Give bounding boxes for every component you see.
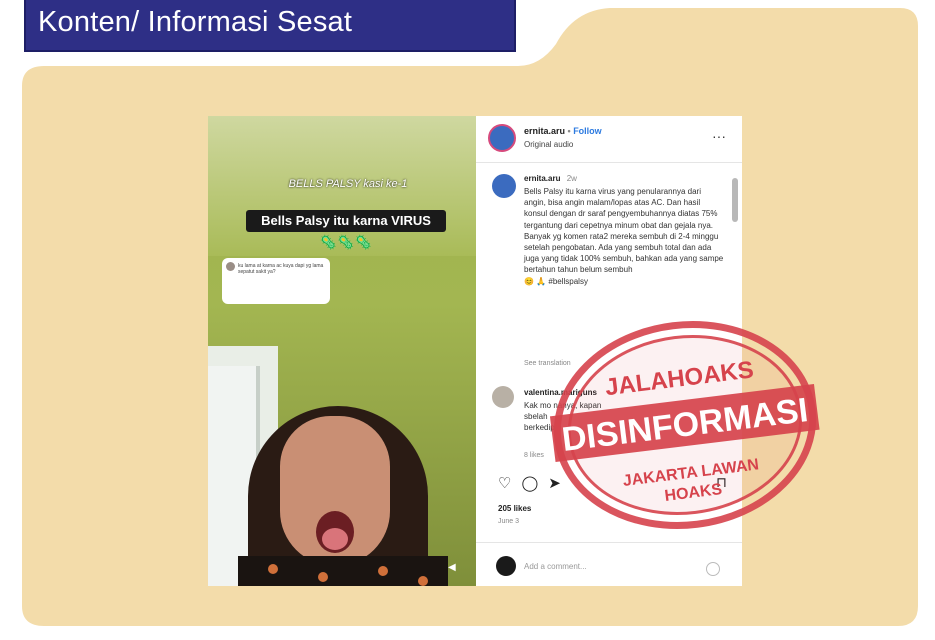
video-frame[interactable]: BELLS PALSY kasi ke-1 Bells Palsy itu ka… xyxy=(208,116,476,586)
caption-username[interactable]: ernita.aru xyxy=(524,174,560,183)
video-comment-sticker: ku lama at karna ac kuya dapi yg lama se… xyxy=(222,258,330,304)
page-title: Konten/ Informasi Sesat xyxy=(38,6,353,38)
follow-button[interactable]: Follow xyxy=(573,126,602,136)
shirt-pattern xyxy=(268,564,278,574)
add-comment-input[interactable]: Add a comment... xyxy=(524,562,587,571)
shirt-pattern xyxy=(318,572,328,582)
shirt-pattern xyxy=(378,566,388,576)
post-date: June 3 xyxy=(498,518,520,525)
video-title: Bells Palsy itu karna VIRUS xyxy=(246,210,446,232)
mute-icon[interactable]: ◀︎ xyxy=(448,562,456,573)
comment-icon[interactable]: ◯ xyxy=(521,475,548,492)
video-person-tongue xyxy=(322,528,348,550)
caption-text: Bells Palsy itu karna virus yang penular… xyxy=(524,187,724,286)
emoji-icon[interactable] xyxy=(706,562,720,576)
comment-likes[interactable]: 8 likes xyxy=(524,452,544,459)
more-options-icon[interactable]: ··· xyxy=(712,128,726,144)
profile-avatar[interactable] xyxy=(488,124,516,152)
comment-avatar xyxy=(226,262,235,271)
caption-avatar[interactable] xyxy=(492,174,516,198)
caption-header: ernita.aru 2w xyxy=(524,174,577,183)
post-username[interactable]: ernita.aru xyxy=(524,126,565,136)
comment-text: ku lama at karna ac kuya dapi yg lama se… xyxy=(238,263,324,275)
divider xyxy=(476,542,742,543)
commenter-avatar[interactable] xyxy=(492,386,514,408)
divider xyxy=(476,162,742,163)
my-avatar xyxy=(496,556,516,576)
caption-time: 2w xyxy=(566,174,577,183)
likes-count[interactable]: 205 likes xyxy=(498,504,531,513)
like-icon[interactable]: ♡ xyxy=(498,475,521,492)
post-username-line: ernita.aru • Follow xyxy=(524,126,602,136)
post-audio[interactable]: Original audio xyxy=(524,140,573,149)
video-caption: BELLS PALSY kasi ke-1 xyxy=(288,178,408,190)
shirt-pattern xyxy=(418,576,428,586)
scrollbar[interactable] xyxy=(732,178,738,222)
disinformasi-stamp: JALAHOAKS DISINFORMASI JAKARTA LAWAN HOA… xyxy=(549,321,820,529)
video-emojis: 🦠🦠🦠 xyxy=(319,234,373,250)
